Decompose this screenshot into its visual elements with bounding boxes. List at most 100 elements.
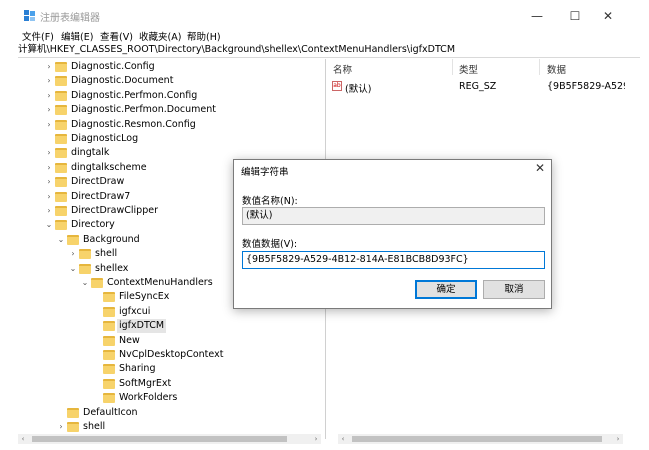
tree-item-label: DirectDraw	[71, 176, 125, 188]
value-name-label: 数值名称(N):	[242, 196, 298, 207]
folder-icon	[103, 292, 115, 303]
chevron-right-icon[interactable]: ›	[44, 89, 54, 103]
tree-item-label: Diagnostic.Resmon.Config	[71, 118, 196, 130]
folder-icon	[55, 119, 67, 130]
window-title: 注册表编辑器	[40, 13, 100, 24]
scroll-left-arrow-icon[interactable]: ‹	[338, 434, 348, 444]
menu-bar: 文件(F) 编辑(E) 查看(V) 收藏夹(A) 帮助(H)	[0, 28, 649, 44]
scroll-right-arrow-icon[interactable]: ›	[613, 434, 623, 444]
dialog-close-button[interactable]: ✕	[535, 161, 545, 175]
list-horizontal-scrollbar[interactable]: ‹ ›	[338, 434, 623, 444]
menu-help[interactable]: 帮助(H)	[187, 29, 221, 43]
chevron-down-icon[interactable]: ⌄	[44, 218, 54, 232]
chevron-right-icon[interactable]: ›	[44, 204, 54, 218]
tree-item-label: DiagnosticLog	[71, 133, 139, 144]
minimize-button[interactable]: —	[522, 6, 552, 26]
folder-icon	[103, 321, 115, 332]
folder-icon	[55, 62, 67, 72]
tree-item-label: dingtalkscheme	[71, 161, 147, 173]
scroll-right-arrow-icon[interactable]: ›	[311, 434, 321, 444]
folder-icon	[55, 90, 67, 101]
chevron-right-icon[interactable]: ›	[44, 175, 54, 189]
folder-icon	[103, 364, 115, 375]
chevron-right-icon[interactable]: ›	[44, 60, 54, 74]
tree-item-label: Sharing	[119, 363, 156, 375]
edit-string-dialog: 编辑字符串 ✕ 数值名称(N): (默认) 数值数据(V): {9B5F5829…	[233, 159, 552, 309]
folder-icon	[79, 263, 91, 274]
registry-editor-icon	[24, 10, 35, 21]
tree-item-label: WorkFolders	[119, 392, 178, 404]
menu-favorites[interactable]: 收藏夹(A)	[139, 29, 181, 43]
folder-icon	[103, 306, 115, 317]
menu-view[interactable]: 查看(V)	[100, 29, 133, 43]
chevron-right-icon[interactable]: ›	[44, 161, 54, 175]
value-name-cell[interactable]: (默认)	[345, 81, 371, 95]
address-bar[interactable]: 计算机\HKEY_CLASSES_ROOT\Directory\Backgrou…	[18, 43, 640, 58]
folder-icon	[55, 191, 67, 202]
chevron-right-icon[interactable]: ›	[44, 118, 54, 132]
chevron-down-icon[interactable]: ⌄	[56, 233, 66, 247]
chevron-right-icon[interactable]: ›	[44, 74, 54, 88]
folder-icon	[55, 162, 67, 173]
maximize-button[interactable]: ☐	[560, 6, 590, 26]
cancel-button[interactable]: 取消	[483, 280, 545, 299]
value-data-input[interactable]: {9B5F5829-A529-4B12-814A-E81BCB8D93FC}	[242, 251, 545, 269]
menu-edit[interactable]: 编辑(E)	[61, 29, 93, 43]
column-header-data[interactable]: 数据	[547, 62, 566, 76]
scroll-thumb[interactable]	[352, 436, 602, 442]
scroll-left-arrow-icon[interactable]: ‹	[18, 434, 28, 444]
folder-icon	[55, 148, 67, 159]
tree-item-label: SoftMgrExt	[119, 377, 172, 389]
dialog-title: 编辑字符串	[241, 167, 289, 178]
folder-icon	[55, 76, 67, 87]
value-data-label: 数值数据(V):	[242, 239, 298, 250]
chevron-right-icon[interactable]: ›	[44, 190, 54, 204]
folder-icon	[55, 206, 67, 216]
folder-icon	[55, 134, 67, 144]
tree-item-label: FileSyncEx	[119, 291, 170, 303]
chevron-right-icon[interactable]: ›	[44, 103, 54, 117]
tree-item-label: Diagnostic.Config	[71, 61, 155, 72]
tree-item-label: DirectDraw7	[71, 190, 131, 202]
chevron-right-icon[interactable]: ›	[44, 146, 54, 160]
column-separator[interactable]	[452, 59, 453, 75]
ok-button[interactable]: 确定	[415, 280, 477, 299]
tree-horizontal-scrollbar[interactable]: ‹ ›	[18, 434, 321, 444]
folder-icon	[55, 220, 67, 231]
chevron-right-icon[interactable]: ›	[56, 420, 66, 434]
tree-item-label: shellex	[95, 262, 129, 274]
title-bar: 注册表编辑器 — ☐ ✕	[0, 0, 649, 30]
folder-icon	[103, 378, 115, 389]
column-separator[interactable]	[539, 59, 540, 75]
tree-item-label: Diagnostic.Document	[71, 75, 174, 87]
tree-item-label: Background	[83, 233, 140, 245]
chevron-down-icon[interactable]: ⌄	[68, 262, 78, 276]
folder-icon	[67, 422, 79, 432]
tree-item-label: Diagnostic.Perfmon.Document	[71, 104, 217, 116]
column-header-name[interactable]: 名称	[333, 62, 352, 76]
chevron-down-icon[interactable]: ⌄	[80, 276, 90, 290]
folder-icon	[103, 393, 115, 404]
scroll-thumb[interactable]	[32, 436, 287, 442]
tree-item-label: shell	[95, 248, 118, 260]
tree-item-label: igfxDTCM	[117, 319, 167, 334]
folder-icon	[67, 234, 79, 245]
folder-icon	[79, 249, 91, 260]
folder-icon	[55, 177, 67, 188]
menu-file[interactable]: 文件(F)	[22, 29, 54, 43]
folder-icon	[103, 350, 115, 360]
tree-item-label: New	[119, 334, 140, 346]
tree-item-label: dingtalk	[71, 147, 110, 159]
close-button[interactable]: ✕	[593, 6, 623, 26]
column-header-type[interactable]: 类型	[459, 62, 478, 76]
chevron-right-icon[interactable]: ›	[68, 247, 78, 261]
tree-item-label: NvCplDesktopContext	[119, 349, 224, 360]
